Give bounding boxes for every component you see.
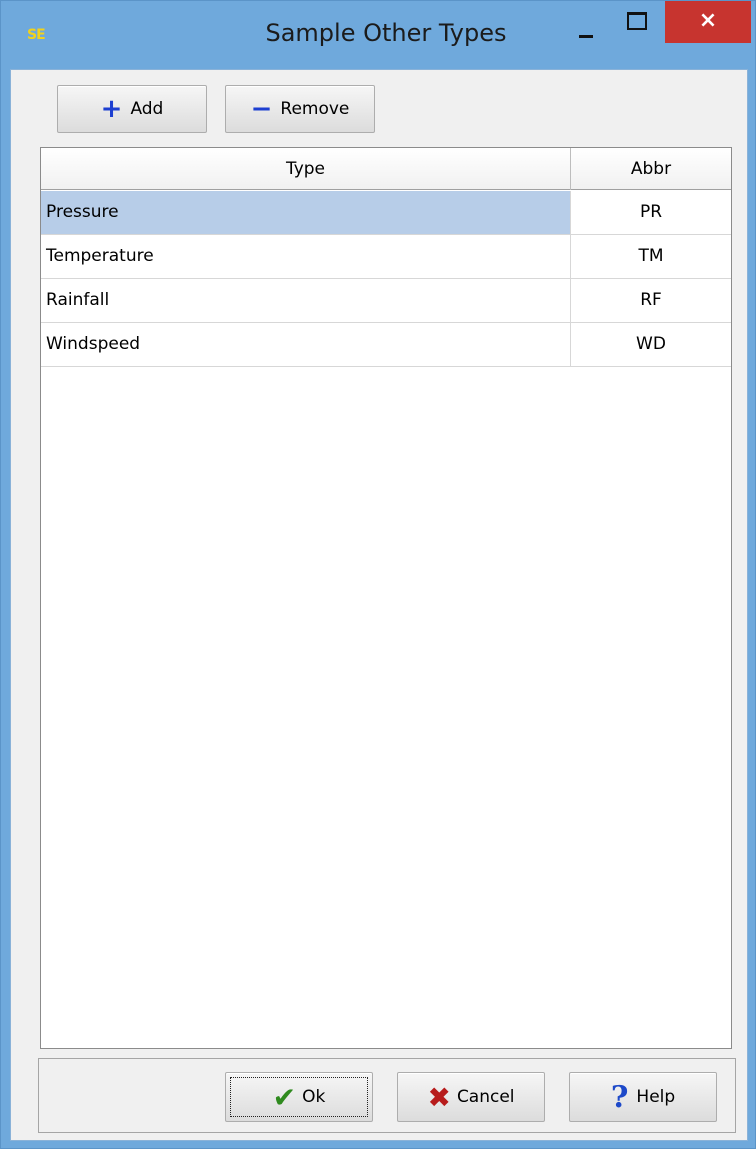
cell-type[interactable]: Temperature: [41, 235, 571, 278]
x-icon: ✖: [427, 1080, 451, 1114]
remove-button-label: Remove: [280, 99, 350, 119]
cancel-button-label: Cancel: [456, 1087, 515, 1107]
add-button-label: Add: [130, 99, 164, 119]
table-row[interactable]: Pressure PR: [41, 191, 731, 235]
focus-rectangle: [230, 1077, 368, 1117]
plus-icon: +: [100, 94, 123, 124]
cell-type[interactable]: Windspeed: [41, 323, 571, 366]
question-mark-icon: ?: [610, 1079, 629, 1115]
table-row[interactable]: Rainfall RF: [41, 279, 731, 323]
grid-header: Type Abbr: [41, 148, 731, 190]
cell-abbr[interactable]: RF: [571, 279, 731, 322]
types-grid[interactable]: Type Abbr Pressure PR Temperature TM Rai…: [40, 147, 732, 1049]
button-panel: ✔ Ok ✖ Cancel ? Help: [38, 1058, 736, 1133]
minus-icon: −: [250, 94, 273, 124]
table-row[interactable]: Temperature TM: [41, 235, 731, 279]
minimize-button[interactable]: [567, 1, 605, 43]
column-header-abbr[interactable]: Abbr: [571, 148, 731, 190]
help-button[interactable]: ? Help: [569, 1072, 717, 1122]
help-button-label: Help: [636, 1087, 676, 1107]
dialog-window: SE Sample Other Types × + Add − Remove T…: [0, 0, 756, 1149]
cell-type[interactable]: Rainfall: [41, 279, 571, 322]
remove-button[interactable]: − Remove: [225, 85, 375, 133]
ok-button[interactable]: ✔ Ok: [225, 1072, 373, 1122]
cell-abbr[interactable]: WD: [571, 323, 731, 366]
close-button[interactable]: ×: [665, 1, 751, 43]
cell-abbr[interactable]: TM: [571, 235, 731, 278]
add-button[interactable]: + Add: [57, 85, 207, 133]
cell-type[interactable]: Pressure: [41, 191, 571, 234]
close-icon: ×: [698, 8, 718, 33]
cell-abbr[interactable]: PR: [571, 191, 731, 234]
dialog-client-area: + Add − Remove Type Abbr Pressure PR Tem…: [10, 69, 748, 1141]
maximize-button[interactable]: [615, 1, 655, 43]
title-bar[interactable]: SE Sample Other Types ×: [1, 1, 755, 69]
column-header-type[interactable]: Type: [41, 148, 571, 190]
table-row[interactable]: Windspeed WD: [41, 323, 731, 367]
cancel-button[interactable]: ✖ Cancel: [397, 1072, 545, 1122]
